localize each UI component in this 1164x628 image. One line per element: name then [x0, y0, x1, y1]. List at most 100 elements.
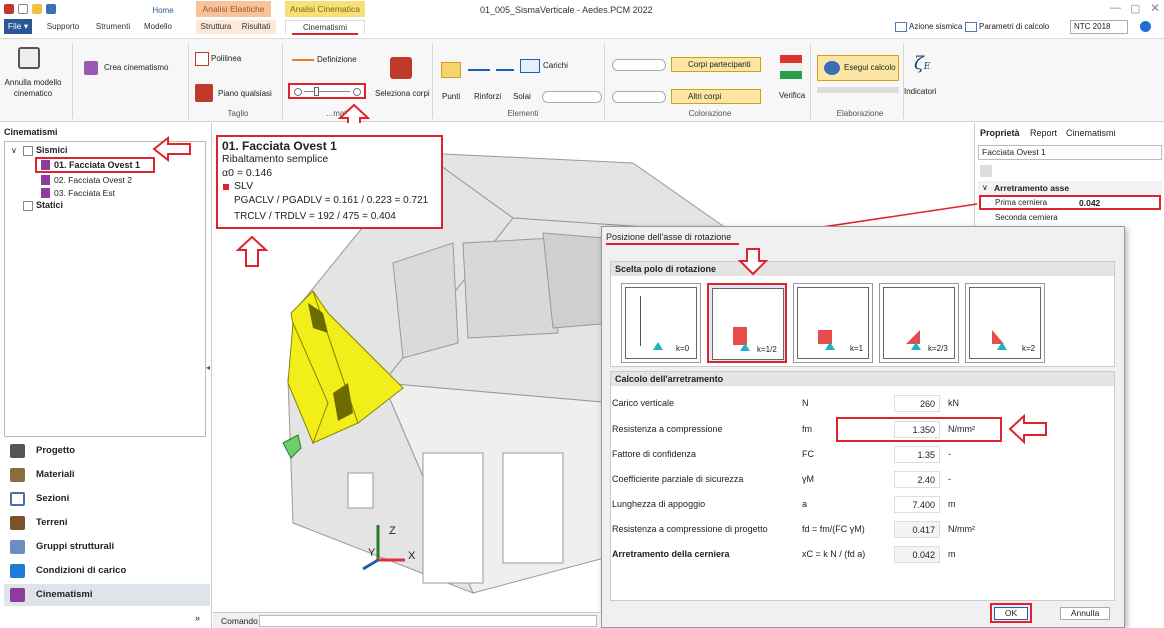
corpi-partecipanti-label: Corpi partecipanti: [688, 60, 751, 69]
file-menu[interactable]: File ▾: [4, 19, 32, 34]
nav-cinematismi[interactable]: Cinematismi: [4, 584, 210, 606]
carico-input[interactable]: 260: [894, 395, 940, 412]
punti-dropdown[interactable]: Punti: [442, 92, 460, 101]
fc-input[interactable]: 1.35: [894, 446, 940, 463]
slider-minus-icon[interactable]: [294, 88, 302, 96]
left-panel-title: Cinematismi: [4, 127, 58, 137]
section-expand-icon: ∨: [982, 183, 988, 192]
slider-thumb[interactable]: [314, 87, 319, 96]
collapse-handle[interactable]: ◂: [206, 363, 210, 372]
esegui-calcolo-label: Esegui calcolo: [844, 63, 896, 72]
expand-nav-icon[interactable]: »: [195, 613, 200, 623]
tab-analisi-cinematica[interactable]: Analisi Cinematica: [285, 1, 365, 17]
gruppi-icon: [10, 540, 25, 554]
tab-cinematismi-right[interactable]: Cinematismi: [1066, 128, 1116, 138]
tab-risultati[interactable]: Risultati: [236, 20, 276, 34]
esegui-calcolo-button[interactable]: Esegui calcolo: [817, 55, 899, 81]
nav-terreni[interactable]: Terreni: [10, 512, 205, 534]
zeta-icon: ζE: [914, 53, 931, 74]
nav-label: Progetto: [36, 445, 76, 456]
annulla-modello-button[interactable]: Annulla modello cinematico: [2, 77, 64, 99]
seleziona-corpi-button[interactable]: Seleziona corpi: [375, 89, 430, 98]
command-input[interactable]: [259, 615, 597, 627]
menu-supporto[interactable]: Supporto: [38, 20, 88, 34]
pivot-icon: [911, 342, 921, 350]
indicatori-button[interactable]: Indicatori: [904, 87, 936, 96]
tree-item-2[interactable]: 02. Facciata Ovest 2: [54, 175, 132, 185]
save-icon[interactable]: [46, 4, 56, 14]
a-input[interactable]: 7.400: [894, 496, 940, 513]
ntc-select[interactable]: NTC 2018: [1070, 20, 1128, 34]
piano-qualsiasi-button[interactable]: Piano qualsiasi: [218, 89, 272, 98]
parametri-calcolo-button[interactable]: Parametri di calcolo: [979, 22, 1049, 31]
tab-analisi-elastiche[interactable]: Analisi Elastiche: [196, 1, 271, 17]
slider-plus-icon[interactable]: [353, 88, 361, 96]
nav-sezioni[interactable]: Sezioni: [10, 488, 205, 510]
gamma-input[interactable]: 2.40: [894, 471, 940, 488]
new-icon[interactable]: [18, 4, 28, 14]
k-label: k=1: [850, 344, 864, 353]
tree-item-1[interactable]: 01. Facciata Ovest 1: [54, 160, 140, 170]
corpi-partecipanti-button[interactable]: Corpi partecipanti: [671, 57, 761, 72]
k-option-0[interactable]: k=0: [621, 283, 701, 363]
elementi-slider[interactable]: [542, 91, 602, 103]
colorazione-slider-2[interactable]: [612, 91, 666, 103]
solai-button[interactable]: Solai: [513, 92, 531, 101]
open-icon[interactable]: [32, 4, 42, 14]
help-icon[interactable]: [1140, 21, 1151, 32]
azione-sismica-button[interactable]: Azione sismica: [909, 22, 962, 31]
wall-edge: [640, 296, 641, 346]
nav-condizioni[interactable]: Condizioni di carico: [10, 560, 205, 582]
taglio-slider[interactable]: [288, 83, 366, 99]
row-unit: m: [948, 499, 956, 509]
minimize-button[interactable]: —: [1110, 2, 1121, 14]
prima-cerniera-label: Prima cerniera: [995, 198, 1048, 207]
nav-progetto[interactable]: Progetto: [10, 440, 205, 462]
altri-corpi-button[interactable]: Altri corpi: [671, 89, 761, 104]
nav-gruppi[interactable]: Gruppi strutturali: [10, 536, 205, 558]
tree-statici[interactable]: Statici: [36, 200, 63, 210]
object-select[interactable]: Facciata Ovest 1: [978, 145, 1162, 160]
k-option-1[interactable]: k=1: [793, 283, 873, 363]
row-a: Lunghezza di appoggio a 7.400 m: [612, 495, 1112, 515]
k-option-2[interactable]: k=2: [965, 283, 1045, 363]
tab-cinematismi[interactable]: Cinematismi: [285, 20, 365, 34]
definizione-dropdown[interactable]: Definizione: [317, 55, 357, 64]
annulla-button[interactable]: Annulla: [1060, 607, 1110, 620]
tree-sismici[interactable]: Sismici: [36, 145, 68, 155]
pivot-icon: [997, 342, 1007, 350]
row-carico: Carico verticale N 260 kN: [612, 394, 1112, 414]
verifica-icon: [780, 55, 802, 79]
close-button[interactable]: ✕: [1150, 1, 1160, 15]
ok-button[interactable]: OK: [994, 607, 1028, 620]
seconda-cerniera-label[interactable]: Seconda cerniera: [995, 213, 1058, 222]
seleziona-corpi-icon: [390, 57, 412, 79]
fm-input[interactable]: 1.350: [894, 421, 940, 438]
tab-struttura[interactable]: Struttura: [196, 20, 236, 34]
props-section[interactable]: ∨ Arretramento asse: [978, 181, 1162, 195]
props-toolbar-icon[interactable]: [980, 165, 992, 177]
maximize-button[interactable]: ▢: [1130, 2, 1140, 15]
k-option-2-3[interactable]: k=2/3: [879, 283, 959, 363]
expand-icon[interactable]: ∨: [11, 146, 17, 155]
polilinea-button[interactable]: Polilinea: [211, 54, 241, 63]
menu-strumenti[interactable]: Strumenti: [88, 20, 138, 34]
progetto-icon: [10, 444, 25, 458]
cinematismi-icon: [10, 588, 25, 602]
crea-cinematismo-button[interactable]: Crea cinematismo: [104, 63, 168, 72]
k-option-1-2[interactable]: k=1/2: [707, 283, 787, 363]
menu-home[interactable]: Home: [148, 4, 178, 18]
tab-report[interactable]: Report: [1030, 128, 1057, 138]
carichi-button[interactable]: Carichi: [543, 61, 568, 70]
tree-item-3[interactable]: 03. Facciata Est: [54, 188, 115, 198]
rinforzi-dropdown[interactable]: Rinforzi: [474, 92, 501, 101]
nav-label: Gruppi strutturali: [36, 541, 115, 552]
colorazione-slider-1[interactable]: [612, 59, 666, 71]
menu-modello[interactable]: Modello: [140, 20, 176, 34]
tab-proprieta[interactable]: Proprietà: [980, 128, 1020, 138]
verifica-button[interactable]: Verifica: [779, 91, 805, 100]
nav-label: Condizioni di carico: [36, 565, 127, 576]
row-label: Arretramento della cerniera: [612, 549, 730, 559]
nav-materiali[interactable]: Materiali: [10, 464, 205, 486]
prima-cerniera-row[interactable]: Prima cerniera 0.042: [979, 195, 1161, 210]
